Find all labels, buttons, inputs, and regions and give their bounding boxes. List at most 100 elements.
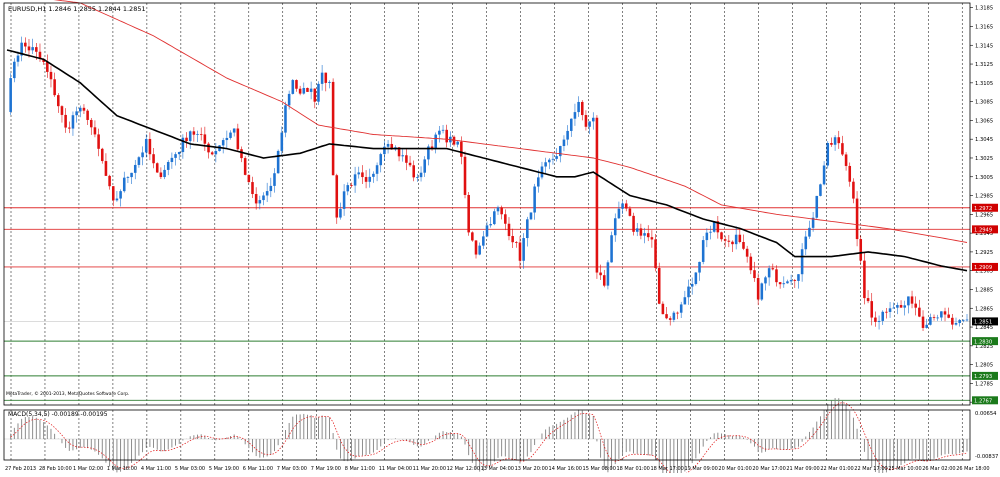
candle-body bbox=[144, 138, 148, 153]
candle-body bbox=[434, 134, 437, 149]
candle-body bbox=[9, 78, 12, 112]
copyright-text: MetaTrader, © 2001-2013, MetaQuotes Soft… bbox=[6, 390, 129, 397]
candle-body bbox=[485, 225, 489, 237]
candle-body bbox=[654, 239, 657, 269]
y-tick-label: 1.3125 bbox=[975, 62, 993, 68]
candle-body bbox=[925, 324, 928, 328]
candle-body bbox=[489, 224, 492, 226]
candle-body bbox=[221, 140, 225, 146]
price-tag-label: 1.2949 bbox=[974, 228, 992, 234]
candle-body bbox=[786, 281, 789, 284]
candle-body bbox=[269, 185, 273, 192]
candle-body bbox=[822, 165, 826, 185]
candle-body bbox=[504, 214, 507, 224]
candle-body bbox=[60, 106, 64, 115]
candle-body bbox=[661, 303, 665, 315]
candle-body bbox=[947, 314, 950, 318]
y-tick-label: 1.2965 bbox=[975, 212, 993, 218]
x-tick-label: 14 Mar 16:00 bbox=[549, 466, 582, 472]
candle-body bbox=[526, 219, 529, 239]
candle-body bbox=[170, 157, 174, 162]
candle-body bbox=[13, 61, 16, 79]
candle-body bbox=[569, 118, 573, 131]
candle-body bbox=[588, 121, 591, 127]
candle-body bbox=[57, 95, 60, 107]
candle-body bbox=[460, 141, 463, 157]
candle-body bbox=[646, 233, 650, 238]
candle-body bbox=[903, 305, 906, 308]
y-tick-label: 1.2865 bbox=[975, 306, 993, 312]
candle-body bbox=[511, 236, 514, 243]
candle-body bbox=[548, 159, 551, 163]
candle-body bbox=[899, 305, 903, 308]
candle-body bbox=[863, 260, 866, 299]
candle-body bbox=[100, 148, 104, 162]
candle-body bbox=[298, 88, 302, 94]
candle-body bbox=[331, 81, 335, 176]
candle-body bbox=[339, 208, 342, 218]
candle-body bbox=[375, 165, 379, 174]
candle-body bbox=[53, 79, 56, 96]
candle-body bbox=[555, 156, 558, 159]
candle-body bbox=[247, 174, 251, 183]
candle-body bbox=[833, 137, 837, 145]
x-tick-label: 5 Mar 19:00 bbox=[209, 466, 239, 472]
candle-body bbox=[262, 195, 265, 201]
candle-body bbox=[126, 177, 130, 178]
chart-window[interactable]: 27 Feb 2013 28 Feb 10:00 1 Mar 02:00 1 Mar … bbox=[0, 0, 1000, 477]
candle-body bbox=[855, 198, 859, 240]
candle-body bbox=[309, 88, 313, 92]
candle-body bbox=[203, 134, 207, 144]
candle-body bbox=[720, 232, 723, 240]
candle-body bbox=[841, 143, 844, 155]
candle-body bbox=[932, 317, 936, 318]
candle-body bbox=[405, 155, 408, 163]
candle-body bbox=[529, 212, 533, 220]
candle-body bbox=[31, 47, 34, 51]
price-tag-label: 1.2830 bbox=[974, 339, 992, 345]
x-tick-label: 22 Mar 01:00 bbox=[820, 466, 853, 472]
candle-body bbox=[181, 137, 185, 153]
candle-body bbox=[240, 149, 243, 159]
candle-body bbox=[518, 242, 522, 261]
candle-body bbox=[672, 312, 676, 320]
macd-y-tick-bottom: -0.00837 bbox=[975, 454, 998, 460]
candle-body bbox=[617, 208, 621, 219]
candle-body bbox=[306, 87, 309, 92]
candle-body bbox=[936, 317, 939, 319]
candle-body bbox=[137, 157, 141, 165]
candle-body bbox=[254, 194, 258, 204]
candle-body bbox=[199, 134, 203, 136]
candle-body bbox=[372, 173, 375, 177]
y-tick-label: 1.2805 bbox=[975, 363, 993, 369]
candle-body bbox=[940, 311, 943, 318]
candle-body bbox=[16, 55, 20, 62]
candle-body bbox=[859, 239, 863, 261]
candle-body bbox=[119, 191, 122, 199]
candle-body bbox=[515, 242, 518, 244]
y-tick-label: 1.2985 bbox=[975, 194, 993, 200]
candle-body bbox=[438, 130, 441, 135]
candle-body bbox=[89, 119, 93, 128]
x-tick-label: 20 Mar 17:00 bbox=[752, 466, 785, 472]
candle-body bbox=[152, 154, 155, 164]
candle-body bbox=[698, 261, 701, 273]
candle-body bbox=[537, 177, 540, 187]
candle-body bbox=[852, 181, 855, 199]
candle-body bbox=[866, 298, 870, 302]
y-tick-label: 1.3065 bbox=[975, 118, 993, 124]
candle-body bbox=[632, 215, 635, 232]
price-chart[interactable]: 27 Feb 2013 28 Feb 10:00 1 Mar 02:00 1 Mar … bbox=[0, 0, 1000, 477]
candle-body bbox=[624, 203, 628, 209]
candle-body bbox=[276, 150, 280, 174]
candle-body bbox=[764, 277, 767, 284]
candle-body bbox=[64, 114, 67, 128]
x-tick-label: 4 Mar 11:00 bbox=[141, 466, 171, 472]
candle-body bbox=[35, 47, 38, 52]
candle-body bbox=[749, 256, 753, 271]
candle-body bbox=[412, 165, 415, 178]
candle-body bbox=[679, 304, 683, 313]
candle-body bbox=[482, 236, 485, 246]
price-tag-label: 1.2909 bbox=[974, 265, 992, 271]
candle-body bbox=[775, 269, 778, 283]
